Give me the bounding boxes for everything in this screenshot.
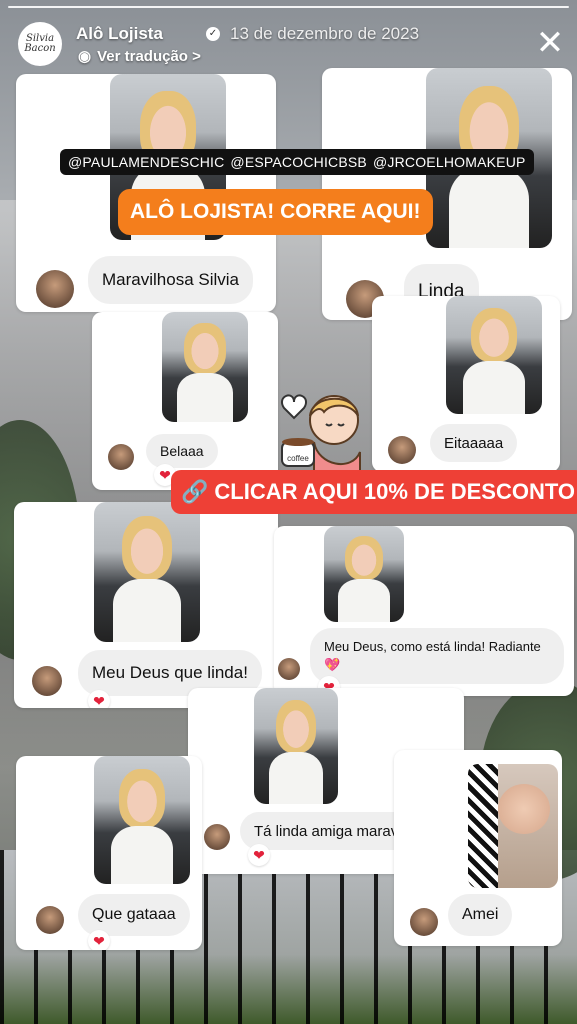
mention-tag[interactable]: @JRCOELHOMAKEUP (373, 154, 526, 170)
heart-icon[interactable]: ❤ (248, 844, 270, 866)
translate-link[interactable]: ◉ Ver tradução > (78, 47, 201, 65)
comment-card: Belaaa ❤ (92, 312, 278, 490)
heart-icon[interactable]: ❤ (88, 690, 110, 708)
post-date: 13 de dezembro de 2023 (230, 24, 420, 43)
comment-card: Amei (394, 750, 562, 946)
comment-bubble: Belaaa (146, 434, 218, 468)
heart-icon[interactable]: ❤ (88, 930, 110, 950)
story-progress-bar (8, 6, 569, 8)
mention-sticker[interactable]: @PAULAMENDESCHIC @ESPACOCHICBSB @JRCOELH… (60, 149, 534, 175)
comment-photo (94, 502, 200, 642)
discount-label: CLICAR AQUI 10% DE DESCONTO (214, 479, 576, 504)
comment-photo (254, 688, 338, 804)
avatar (36, 270, 74, 308)
cta-sticker[interactable]: ALÔ LOJISTA! CORRE AQUI! (118, 189, 433, 235)
verified-icon: ✓ (206, 27, 220, 41)
avatar (204, 824, 230, 850)
comment-card: Meu Deus que linda! ❤ (14, 502, 278, 708)
comment-card: Eitaaaaa (372, 296, 560, 472)
link-icon: 🔗 (181, 479, 209, 504)
globe-icon: ◉ (78, 48, 92, 65)
mention-tag[interactable]: @PAULAMENDESCHIC (68, 154, 224, 170)
comment-bubble: Meu Deus, como está linda! Radiante 💖 (310, 628, 564, 684)
avatar (36, 906, 64, 934)
comment-card: Que gataaa ❤ (16, 756, 202, 950)
profile-avatar[interactable]: Silvia Bacon (18, 22, 62, 66)
avatar (108, 444, 134, 470)
comment-photo (324, 526, 404, 622)
discount-link-sticker[interactable]: 🔗 CLICAR AQUI 10% DE DESCONTO (171, 470, 577, 514)
avatar (410, 908, 438, 936)
avatar (278, 658, 300, 680)
comment-bubble: Eitaaaaa (430, 424, 518, 462)
comment-card: Meu Deus, como está linda! Radiante 💖 ❤ (274, 526, 574, 696)
comment-photo (94, 756, 190, 884)
comment-photo (162, 312, 248, 422)
coffee-label: coffee (287, 454, 309, 463)
avatar (388, 436, 416, 464)
comment-photo (446, 296, 542, 414)
avatar (32, 666, 62, 696)
username[interactable]: Alô Lojista (76, 24, 163, 44)
comment-bubble: Maravilhosa Silvia (88, 256, 253, 304)
translate-label: Ver tradução (97, 48, 188, 65)
coffee-girl-sticker: coffee (281, 394, 361, 474)
avatar-text: Silvia Bacon (24, 33, 56, 54)
comment-bubble: Amei (448, 894, 513, 936)
story-viewer: Silvia Bacon Alô Lojista ✓ 13 de dezembr… (0, 0, 577, 1024)
mention-tag[interactable]: @ESPACOCHICBSB (230, 154, 367, 170)
chevron-right-icon: > (192, 48, 201, 65)
close-icon[interactable]: ✕ (534, 26, 566, 60)
comment-photo (468, 764, 558, 888)
